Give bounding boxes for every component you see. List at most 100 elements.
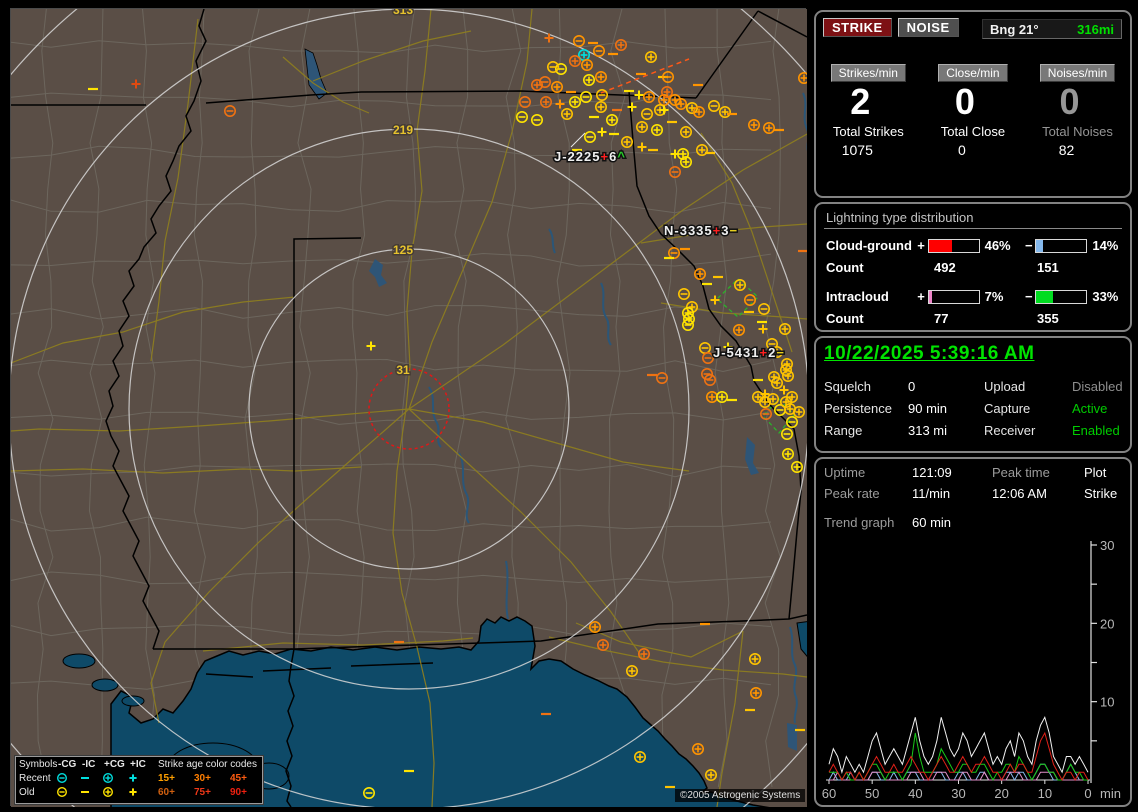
bearing-range-value: 316mi bbox=[1077, 21, 1114, 37]
total-strikes-label: Total Strikes bbox=[832, 123, 904, 139]
status-label: Receiver bbox=[984, 423, 1036, 438]
ic-positive-pct: 7% bbox=[984, 289, 1004, 304]
status-panel: 10/22/2025 5:39:16 AM Squelch 0 Upload Disa… bbox=[814, 336, 1132, 453]
legend-symbols-title: Symbols bbox=[19, 759, 58, 770]
ic-positive-bar bbox=[927, 289, 980, 304]
noises-per-min-chip[interactable]: Noises/min bbox=[1039, 64, 1116, 82]
status-value: 0 bbox=[908, 379, 916, 394]
age-code-15+: 15+ bbox=[158, 773, 175, 784]
cg-positive-pct: 46% bbox=[984, 238, 1011, 253]
noises-per-min-value: 0 bbox=[1059, 81, 1080, 122]
strike-button[interactable]: STRIKE bbox=[823, 18, 892, 37]
x-axis-tick: 10 bbox=[1038, 786, 1052, 801]
minus-sign: − bbox=[1025, 289, 1033, 304]
cg-negative-bar bbox=[1035, 238, 1088, 253]
map-copyright: ©2005 Astrogenic Systems bbox=[675, 789, 806, 802]
trend-series-+IC bbox=[829, 771, 1088, 781]
x-axis-tick: 20 bbox=[994, 786, 1008, 801]
cloud-ground-count-row: Count 492 151 bbox=[826, 260, 1130, 275]
cg-negative-count: 151 bbox=[1037, 260, 1059, 275]
x-axis-tick: 60 bbox=[822, 786, 836, 801]
noise-button[interactable]: NOISE bbox=[897, 18, 959, 37]
cloud-ground-row: Cloud-ground + 46% − 14% bbox=[826, 238, 1130, 253]
rates-panel: STRIKE NOISE Bng 21° 316mi Strikes/min C… bbox=[814, 10, 1132, 198]
distribution-panel: Lightning type distribution Cloud-ground… bbox=[814, 202, 1132, 332]
ic-negative-pct: 33% bbox=[1092, 289, 1119, 304]
age-code-75+: 75+ bbox=[194, 787, 211, 798]
intracloud-row: Intracloud + 7% − 33% bbox=[826, 289, 1130, 304]
count-label: Count bbox=[826, 311, 864, 326]
status-label: Upload bbox=[984, 379, 1026, 394]
strikes-per-min-value: 2 bbox=[850, 81, 871, 122]
range-ring-label: 219 bbox=[393, 123, 413, 137]
age-code-60+: 60+ bbox=[158, 787, 175, 798]
age-code-45+: 45+ bbox=[230, 773, 247, 784]
range-ring-label: 31 bbox=[396, 363, 410, 377]
datetime-display: 10/22/2025 5:39:16 AM bbox=[824, 343, 1035, 364]
count-label: Count bbox=[826, 260, 864, 275]
y-axis-tick: 10 bbox=[1100, 695, 1114, 710]
range-ring-label: 313 bbox=[393, 9, 413, 17]
legend-col-neg-ic: -IC bbox=[82, 759, 96, 770]
status-row: Range 313 mi Receiver Enabled bbox=[824, 423, 1130, 438]
total-strikes-value: 1075 bbox=[841, 141, 873, 158]
cg-positive-bar bbox=[927, 238, 980, 253]
plus-sign: + bbox=[917, 289, 925, 304]
total-close-label: Total Close bbox=[940, 123, 1006, 139]
status-value: 90 min bbox=[908, 401, 948, 416]
nexstorm-app: { "panel": { "strike_btn": "STRIKE", "no… bbox=[0, 0, 1138, 812]
total-noises-value: 82 bbox=[1058, 141, 1075, 158]
close-per-min-value: 0 bbox=[954, 81, 975, 122]
status-label: Squelch bbox=[824, 379, 871, 394]
legend-age-title: Strike age color codes bbox=[158, 759, 257, 770]
x-axis-unit-label: min bbox=[1100, 786, 1121, 801]
status-row: Persistence 90 min Capture Active bbox=[824, 401, 1130, 416]
legend-col-pos-cg: +CG bbox=[104, 759, 125, 770]
trend-panel: Uptime 121:09 Peak time Plot Peak rate 1… bbox=[814, 457, 1132, 807]
status-value: Disabled bbox=[1072, 379, 1123, 394]
distribution-title: Lightning type distribution bbox=[824, 208, 1122, 229]
trend-graph: 10 20 30 60 50 40 30 20 10 0 min bbox=[822, 538, 1121, 801]
intracloud-count-row: Count 77 355 bbox=[826, 311, 1130, 326]
total-noises-label: Total Noises bbox=[1042, 123, 1113, 139]
minus-sign: − bbox=[1025, 238, 1033, 253]
total-close-value: 0 bbox=[957, 141, 966, 158]
age-code-90+: 90+ bbox=[230, 787, 247, 798]
ic-negative-count: 355 bbox=[1037, 311, 1059, 326]
cloud-ground-label: Cloud-ground bbox=[826, 238, 912, 253]
map-canvas: 313 219 125 31 J-2225+6^ N-3335+3− J-5431+2− bbox=[11, 9, 807, 807]
ic-positive-count: 77 bbox=[934, 311, 949, 326]
status-value: Active bbox=[1072, 401, 1108, 416]
x-axis-tick: 0 bbox=[1084, 786, 1091, 801]
bearing-readout: Bng 21° 316mi bbox=[982, 19, 1122, 39]
bearing-value: Bng 21° bbox=[990, 21, 1039, 37]
close-per-min-chip[interactable]: Close/min bbox=[938, 64, 1008, 82]
plus-sign: + bbox=[917, 238, 925, 253]
x-axis-tick: 50 bbox=[865, 786, 879, 801]
cg-negative-pct: 14% bbox=[1092, 238, 1119, 253]
storm-cell-label: N-3335+3− bbox=[664, 223, 738, 238]
status-label: Capture bbox=[984, 401, 1031, 416]
status-value: Enabled bbox=[1072, 423, 1120, 438]
age-code-30+: 30+ bbox=[194, 773, 211, 784]
storm-cell-label: J-5431+2− bbox=[713, 345, 785, 360]
legend-row-old: Old bbox=[19, 787, 35, 798]
x-axis-tick: 30 bbox=[951, 786, 965, 801]
legend-symbol-glyphs bbox=[56, 772, 137, 798]
intracloud-label: Intracloud bbox=[826, 289, 889, 304]
storm-cell-label: J-2225+6^ bbox=[554, 149, 626, 164]
status-grid: Squelch 0 Upload Disabled Persistence 90 min C… bbox=[824, 379, 1130, 438]
legend-row-recent: Recent bbox=[19, 773, 51, 784]
x-axis-tick: 40 bbox=[908, 786, 922, 801]
status-value: 313 mi bbox=[908, 423, 948, 438]
cg-positive-count: 492 bbox=[934, 260, 956, 275]
y-axis-tick: 30 bbox=[1100, 538, 1114, 553]
status-label: Persistence bbox=[824, 401, 892, 416]
lightning-map[interactable]: 313 219 125 31 J-2225+6^ N-3335+3− J-5431+2− S… bbox=[10, 8, 807, 807]
map-symbol-legend: Symbols -CG -IC +CG +IC Strike age color… bbox=[14, 755, 264, 805]
legend-col-neg-cg: -CG bbox=[58, 759, 77, 770]
status-label: Range bbox=[824, 423, 863, 438]
status-row: Squelch 0 Upload Disabled bbox=[824, 379, 1130, 394]
strikes-per-min-chip[interactable]: Strikes/min bbox=[830, 64, 906, 82]
legend-col-pos-ic: +IC bbox=[130, 759, 146, 770]
